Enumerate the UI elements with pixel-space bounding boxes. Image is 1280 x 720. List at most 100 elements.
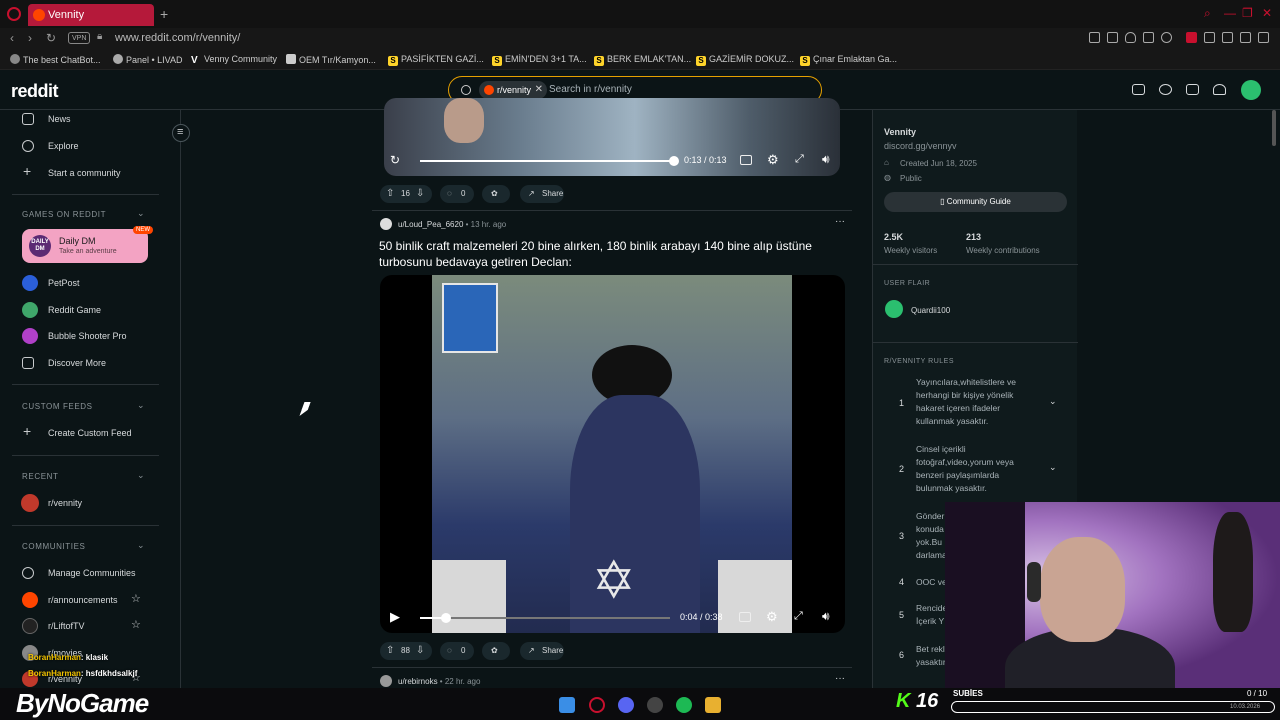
page-scrollbar[interactable]	[1272, 110, 1276, 146]
vpn-badge[interactable]: VPN	[68, 32, 91, 44]
author-avatar[interactable]	[380, 675, 392, 687]
fullscreen-icon[interactable]: ⤢	[794, 610, 803, 623]
chat-icon[interactable]	[1159, 84, 1172, 95]
pin-extension-icon[interactable]	[1089, 32, 1100, 43]
share-button[interactable]: ↗ Share	[520, 185, 564, 203]
snapshot-icon[interactable]	[1107, 32, 1118, 43]
opera-taskbar-icon[interactable]	[589, 697, 605, 713]
video-progress[interactable]	[420, 613, 670, 623]
petpost-icon	[22, 275, 38, 291]
post-author[interactable]: u/rebirnoks	[398, 677, 438, 686]
flair-username[interactable]: Quardii100	[911, 306, 950, 315]
favorite-star-icon[interactable]: ☆	[131, 592, 141, 605]
bookmark-item[interactable]: OEM Tır/Kamyon...	[286, 54, 376, 65]
captions-icon[interactable]	[740, 155, 752, 165]
post-author[interactable]: u/Loud_Pea_6620	[398, 220, 463, 229]
minimize-icon[interactable]: —	[1224, 6, 1236, 20]
bookmark-item[interactable]: Panel • LIVAD	[113, 54, 183, 65]
more-options-icon[interactable]: ···	[835, 216, 845, 227]
share-button[interactable]: ↗ Share	[520, 642, 564, 660]
collapse-sidebar-button[interactable]	[172, 124, 190, 142]
author-avatar[interactable]	[380, 218, 392, 230]
video-progress[interactable]	[420, 156, 679, 166]
award-button[interactable]: ✿	[482, 642, 510, 660]
remove-chip-icon[interactable]: ✕	[535, 81, 543, 99]
video-progress-knob[interactable]	[441, 613, 452, 623]
reddit-logo[interactable]: reddit	[11, 81, 59, 102]
bookmark-item[interactable]: S GAZİEMİR DOKUZ...	[696, 54, 794, 66]
bookmark-item[interactable]: V Venny Community	[191, 54, 277, 66]
chevron-down-icon[interactable]: ⌄	[1049, 462, 1057, 473]
browser-tab[interactable]: Vennity	[28, 4, 154, 26]
download-icon[interactable]	[1240, 32, 1251, 43]
recent-header[interactable]: RECENT	[22, 472, 59, 481]
video-player[interactable]: ✡ ▶ 0:04 / 0:38 ⚙ ⤢ 🔊︎	[380, 275, 845, 633]
community-link[interactable]: discord.gg/vennyv	[884, 141, 957, 151]
create-post-icon[interactable]	[1186, 84, 1199, 95]
play-icon[interactable]: ▶	[390, 609, 400, 625]
volume-icon[interactable]: 🔊︎	[822, 152, 830, 167]
user-avatar[interactable]	[1241, 80, 1261, 100]
games-section-header[interactable]: GAMES ON REDDIT	[22, 210, 106, 219]
settings-gear-icon[interactable]: ⚙	[766, 609, 778, 625]
bookmark-item[interactable]: The best ChatBot...	[10, 54, 101, 65]
url-field[interactable]: www.reddit.com/r/vennity/	[115, 32, 240, 44]
captions-icon[interactable]	[739, 612, 751, 622]
bookmark-item[interactable]: S BERK EMLAK'TAN...	[594, 54, 691, 66]
reload-icon[interactable]: ↻	[46, 31, 56, 45]
lock-icon[interactable]: 🔒︎	[97, 31, 102, 42]
notifications-icon[interactable]	[1213, 84, 1226, 95]
obs-icon[interactable]	[647, 697, 663, 713]
discord-icon[interactable]	[618, 697, 634, 713]
close-icon[interactable]: ✕	[1262, 6, 1272, 20]
bookmark-item[interactable]: S PASİFİKTEN GAZİ...	[388, 54, 484, 66]
wallet-icon[interactable]	[1143, 32, 1154, 43]
file-explorer-icon[interactable]	[705, 697, 721, 713]
forward-icon[interactable]: ›	[28, 31, 32, 45]
downvote-icon[interactable]: ⇩	[416, 185, 424, 203]
chevron-down-icon[interactable]: ⌄	[137, 400, 145, 411]
kick-logo: K	[896, 690, 911, 712]
shield-icon[interactable]	[1125, 32, 1136, 43]
custom-feeds-header[interactable]: CUSTOM FEEDS	[22, 402, 93, 411]
award-button[interactable]: ✿	[482, 185, 510, 203]
menu-icon[interactable]	[1258, 32, 1269, 43]
replay-icon[interactable]: ↻	[390, 153, 400, 167]
comments-button[interactable]: ◌ 0	[440, 185, 474, 203]
bookmark-item[interactable]: S Çınar Emlaktan Ga...	[800, 54, 897, 66]
comments-button[interactable]: ◌ 0	[440, 642, 474, 660]
chevron-down-icon[interactable]: ⌄	[1049, 396, 1057, 407]
community-guide-button[interactable]: ▯ Community Guide	[884, 192, 1067, 212]
windows-start-icon[interactable]	[559, 697, 575, 713]
video-progress-knob[interactable]	[669, 156, 679, 166]
upvote-icon[interactable]: ⇧	[386, 642, 394, 660]
chevron-down-icon[interactable]: ⌄	[137, 470, 145, 481]
bookmark-item[interactable]: S EMİN'DEN 3+1 TA...	[492, 54, 587, 66]
settings-gear-icon[interactable]: ⚙	[767, 152, 779, 168]
extension-icon[interactable]	[1222, 32, 1233, 43]
back-icon[interactable]: ‹	[10, 31, 14, 45]
favorite-star-icon[interactable]: ☆	[131, 618, 141, 631]
chevron-down-icon[interactable]: ⌄	[137, 540, 145, 551]
search-tabs-icon[interactable]: ⌕	[1204, 6, 1211, 21]
extensions-icon[interactable]	[1204, 32, 1215, 43]
chevron-up-icon[interactable]: ⌄	[137, 208, 145, 219]
new-tab-button[interactable]: +	[160, 6, 168, 22]
fullscreen-icon[interactable]: ⤢	[795, 153, 804, 166]
daily-dm-card[interactable]: DAILY DM Daily DM Take an adventure	[22, 229, 148, 263]
downvote-icon[interactable]: ⇩	[416, 642, 424, 660]
advertise-icon[interactable]	[1132, 84, 1145, 95]
extension-stats-icon[interactable]	[1186, 32, 1197, 43]
communities-header[interactable]: COMMUNITIES	[22, 542, 86, 551]
opera-logo-icon[interactable]	[7, 7, 21, 21]
upvote-icon[interactable]: ⇧	[386, 185, 394, 203]
more-options-icon[interactable]: ···	[835, 673, 845, 684]
subreddit-chip[interactable]: r/vennity ✕	[479, 81, 548, 99]
video-player[interactable]: ↻ 0:13 / 0:13 ⚙ ⤢ 🔊︎	[384, 98, 840, 176]
flair-avatar[interactable]	[885, 300, 903, 318]
heart-icon[interactable]	[1161, 32, 1172, 43]
restore-icon[interactable]: ❐	[1242, 6, 1253, 20]
spotify-icon[interactable]	[676, 697, 692, 713]
volume-icon[interactable]: 🔊︎	[822, 609, 830, 624]
post-title[interactable]: 50 binlik craft malzemeleri 20 bine alır…	[379, 238, 839, 270]
